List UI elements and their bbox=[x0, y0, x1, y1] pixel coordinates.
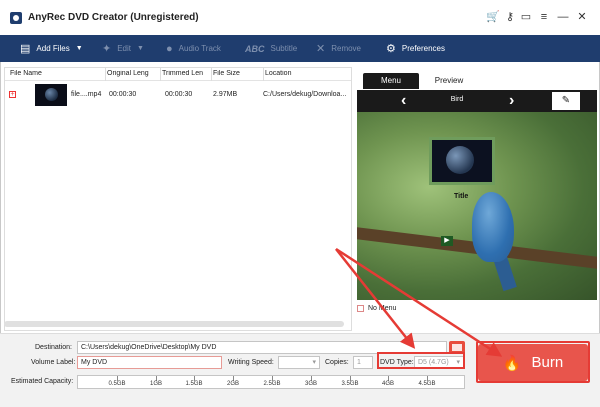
app-logo-icon bbox=[10, 12, 22, 24]
original-length-cell: 00:00:30 bbox=[109, 91, 137, 98]
horizontal-scrollbar[interactable] bbox=[4, 321, 344, 327]
subtitle-label: Subtitle bbox=[270, 44, 298, 53]
template-name: Bird bbox=[450, 96, 464, 103]
remove-label: Remove bbox=[331, 44, 362, 53]
preview-panel: Menu Preview ‹ Bird › ✎ Title ▶ No Menu bbox=[357, 73, 597, 323]
add-files-button[interactable]: ▤ Add Files ▼ bbox=[20, 35, 83, 62]
title-bar: AnyRec DVD Creator (Unregistered) 🛒 ⚷ ▭ … bbox=[0, 0, 600, 35]
table-row[interactable]: + file....mp4 00:00:30 00:00:30 2.97MB C… bbox=[5, 82, 351, 108]
remove-icon: ✕ bbox=[316, 43, 326, 55]
edit-menu-button[interactable]: ✎ bbox=[552, 92, 580, 110]
capacity-tick-label: 4GB bbox=[381, 381, 395, 387]
app-title: AnyRec DVD Creator (Unregistered) bbox=[28, 12, 199, 23]
writing-speed-label: Writing Speed: bbox=[228, 359, 274, 366]
column-original-length[interactable]: Original Leng bbox=[107, 70, 159, 77]
minimize-icon[interactable]: — bbox=[556, 10, 570, 24]
add-files-icon: ▤ bbox=[20, 43, 31, 55]
menu-preview-canvas: Title ▶ bbox=[357, 112, 597, 300]
menu-title-thumbnail[interactable] bbox=[429, 137, 495, 185]
chevron-down-icon: ▾ bbox=[312, 359, 316, 366]
menu-title-label[interactable]: Title bbox=[454, 193, 468, 200]
file-list-header: File Name Original Leng Trimmed Len File… bbox=[5, 68, 351, 81]
microphone-icon: ● bbox=[166, 42, 173, 55]
preferences-button[interactable]: ⚙ Preferences bbox=[386, 35, 445, 62]
expand-icon[interactable]: + bbox=[9, 91, 16, 98]
next-template-icon[interactable]: › bbox=[509, 92, 514, 110]
column-location[interactable]: Location bbox=[265, 70, 349, 77]
writing-speed-select[interactable]: ▾ bbox=[278, 356, 320, 369]
audio-track-label: Audio Track bbox=[178, 44, 221, 53]
column-trimmed-length[interactable]: Trimmed Len bbox=[162, 70, 210, 77]
play-icon[interactable]: ▶ bbox=[441, 236, 453, 246]
key-icon[interactable]: ⚷ bbox=[503, 10, 517, 24]
column-file-size[interactable]: File Size bbox=[213, 70, 263, 77]
tab-menu[interactable]: Menu bbox=[363, 73, 419, 89]
edit-label: Edit bbox=[117, 44, 132, 53]
file-size-cell: 2.97MB bbox=[213, 91, 238, 98]
capacity-tick-label: 4.5GB bbox=[418, 381, 436, 387]
chevron-down-icon[interactable]: ▼ bbox=[76, 45, 83, 52]
burn-button-highlight bbox=[476, 341, 590, 383]
feedback-icon[interactable]: ▭ bbox=[519, 10, 533, 24]
subtitle-icon: ABC bbox=[245, 43, 265, 54]
capacity-tick-label: 3.5GB bbox=[341, 381, 359, 387]
close-icon[interactable]: ✕ bbox=[575, 10, 589, 24]
trimmed-length-cell: 00:00:30 bbox=[165, 91, 193, 98]
destination-label: Destination: bbox=[35, 344, 72, 351]
background-bird bbox=[472, 192, 514, 262]
chevron-down-icon[interactable]: ▼ bbox=[137, 45, 144, 52]
magic-wand-icon: ✦ bbox=[102, 43, 112, 55]
video-thumbnail bbox=[35, 84, 67, 106]
preferences-label: Preferences bbox=[401, 44, 446, 53]
no-menu-checkbox[interactable] bbox=[357, 305, 364, 312]
remove-button[interactable]: ✕ Remove bbox=[316, 35, 361, 62]
subtitle-button[interactable]: ABC Subtitle bbox=[245, 35, 297, 62]
cart-icon[interactable]: 🛒 bbox=[486, 10, 500, 24]
capacity-tick-label: 2GB bbox=[226, 381, 240, 387]
copies-label: Copies: bbox=[325, 359, 349, 366]
volume-label-label: Volume Label: bbox=[31, 359, 76, 366]
capacity-bar: 0.5GB 1GB 1.5GB 2GB 2.5GB 3GB 3.5GB 4GB 4.5GB bbox=[77, 375, 465, 389]
volume-label-field[interactable]: My DVD bbox=[77, 356, 222, 369]
no-menu-label: No Menu bbox=[368, 305, 397, 312]
tab-preview[interactable]: Preview bbox=[421, 73, 477, 89]
capacity-tick-label: 0.5GB bbox=[108, 381, 126, 387]
file-name-cell: file....mp4 bbox=[71, 91, 102, 98]
estimated-capacity-label: Estimated Capacity: bbox=[11, 378, 74, 385]
capacity-tick-label: 1GB bbox=[149, 381, 163, 387]
add-files-label: Add Files bbox=[36, 44, 70, 53]
location-cell: C:/Users/dekug/Downloa... bbox=[263, 91, 347, 98]
copies-stepper[interactable]: 1 bbox=[353, 356, 373, 369]
edit-menu-icon: ✎ bbox=[561, 95, 571, 106]
dvd-type-highlight bbox=[377, 352, 465, 369]
file-list: File Name Original Leng Trimmed Len File… bbox=[4, 67, 352, 331]
template-navigator: ‹ Bird › ✎ bbox=[357, 90, 597, 112]
edit-button[interactable]: ✦ Edit ▼ bbox=[102, 35, 144, 62]
no-menu-option[interactable]: No Menu bbox=[357, 305, 396, 312]
menu-icon[interactable]: ≡ bbox=[537, 10, 551, 24]
capacity-tick-label: 1.5GB bbox=[185, 381, 203, 387]
gear-icon: ⚙ bbox=[386, 43, 396, 55]
capacity-tick-label: 3GB bbox=[304, 381, 318, 387]
toolbar: ▤ Add Files ▼ ✦ Edit ▼ ● Audio Track ABC… bbox=[0, 35, 600, 62]
capacity-tick-label: 2.5GB bbox=[263, 381, 281, 387]
audio-track-button[interactable]: ● Audio Track bbox=[166, 35, 221, 62]
column-file-name[interactable]: File Name bbox=[10, 70, 105, 77]
